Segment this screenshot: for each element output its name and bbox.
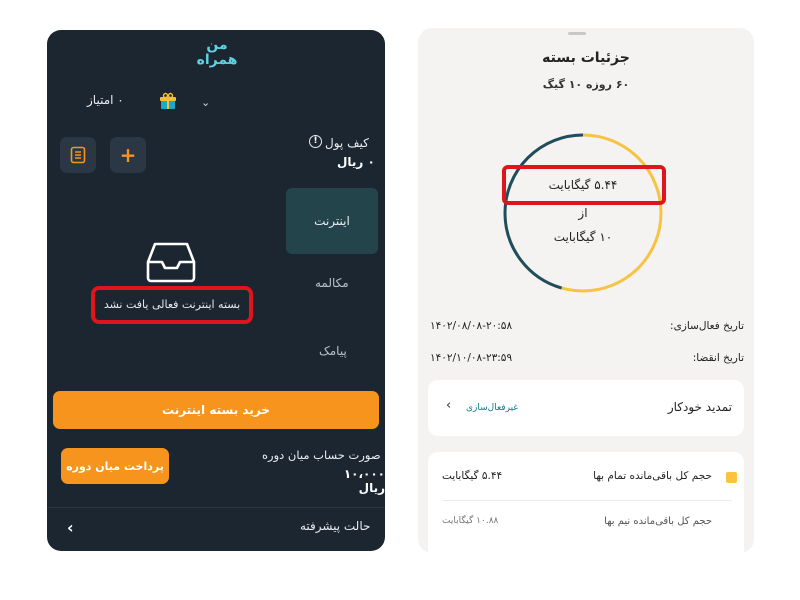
chevron-left-icon[interactable]: ‹ xyxy=(67,518,74,537)
half-price-remaining-label: حجم کل باقی‌مانده نیم بها xyxy=(604,516,712,527)
tab-calls[interactable]: مکالمه xyxy=(315,276,349,290)
remaining-volume-card: حجم کل باقی‌مانده تمام بها ۵.۴۴ گیگابایت… xyxy=(428,452,744,553)
tab-internet[interactable]: اینترنت xyxy=(286,188,378,254)
page-title: جزئیات بسته xyxy=(542,50,630,66)
expiry-date-value: ۱۴۰۲/۱۰/۰۸-۲۳:۵۹ xyxy=(430,352,513,364)
full-price-remaining-label: حجم کل باقی‌مانده تمام بها xyxy=(593,470,712,482)
divider xyxy=(47,507,385,508)
activation-date-value: ۱۴۰۲/۰۸/۰۸-۲۰:۵۸ xyxy=(430,320,513,332)
points-label: ۰ امتیاز xyxy=(87,93,124,107)
interim-bill-title: صورت حساب میان دوره xyxy=(262,448,381,462)
chevron-left-icon[interactable]: ‹ xyxy=(446,398,451,413)
pay-interim-bill-button[interactable]: پرداخت میان دوره xyxy=(61,448,169,484)
legend-swatch xyxy=(726,472,737,483)
empty-inbox-icon xyxy=(146,242,196,283)
transactions-button[interactable] xyxy=(60,137,96,173)
right-phone-screen: جزئیات بسته ۶۰ روزه ۱۰ گیگ ۵.۴۴ گیگابایت… xyxy=(418,28,754,553)
activation-date-label: تاریخ فعال‌سازی: xyxy=(670,320,744,332)
advanced-mode-label[interactable]: حالت پیشرفته xyxy=(300,519,370,533)
full-price-remaining-value: ۵.۴۴ گیگابایت xyxy=(442,470,503,482)
auto-renew-toggle-link[interactable]: غیرفعال‌سازی xyxy=(466,403,518,413)
svg-text:همراه: همراه xyxy=(197,52,238,68)
buy-internet-package-button[interactable]: خرید بسته اینترنت xyxy=(53,391,379,429)
auto-renew-card[interactable]: تمدید خودکار غیرفعال‌سازی ‹ xyxy=(428,380,744,436)
package-name: ۶۰ روزه ۱۰ گیگ xyxy=(542,78,630,91)
wallet-balance: ۰ ریال xyxy=(337,155,375,169)
of-label: از xyxy=(578,206,588,220)
expiry-date-label: تاریخ انقضا: xyxy=(692,352,744,364)
wallet-title: کیف پول xyxy=(325,136,369,150)
total-volume: ۱۰ گیگابایت xyxy=(553,230,613,244)
list-document-icon xyxy=(70,146,86,164)
svg-text:من: من xyxy=(206,37,227,53)
half-price-remaining-value: ۱۰.۸۸ گیگابایت xyxy=(442,516,499,526)
auto-renew-label: تمدید خودکار xyxy=(667,400,732,414)
left-phone-screen: من همراه ⌄ ۰ امتیاز + کیف پول ! ۰ ریال ا… xyxy=(47,30,385,551)
interim-bill-amount: ۱۰،۰۰۰ ریال xyxy=(343,467,385,495)
sheet-drag-handle[interactable] xyxy=(568,32,586,35)
divider xyxy=(442,500,732,501)
app-logo: من همراه xyxy=(189,34,245,68)
chevron-down-icon[interactable]: ⌄ xyxy=(201,96,210,109)
info-icon[interactable]: ! xyxy=(309,135,322,148)
plus-icon: + xyxy=(119,143,137,167)
remaining-volume: ۵.۴۴ گیگابایت xyxy=(548,178,618,192)
empty-state-message: بسته اینترنت فعالی یافت نشد xyxy=(103,298,241,311)
gift-icon xyxy=(160,92,176,109)
logo-mark: من همراه xyxy=(197,37,238,68)
tab-sms[interactable]: پیامک xyxy=(319,344,347,358)
add-credit-button[interactable]: + xyxy=(110,137,146,173)
